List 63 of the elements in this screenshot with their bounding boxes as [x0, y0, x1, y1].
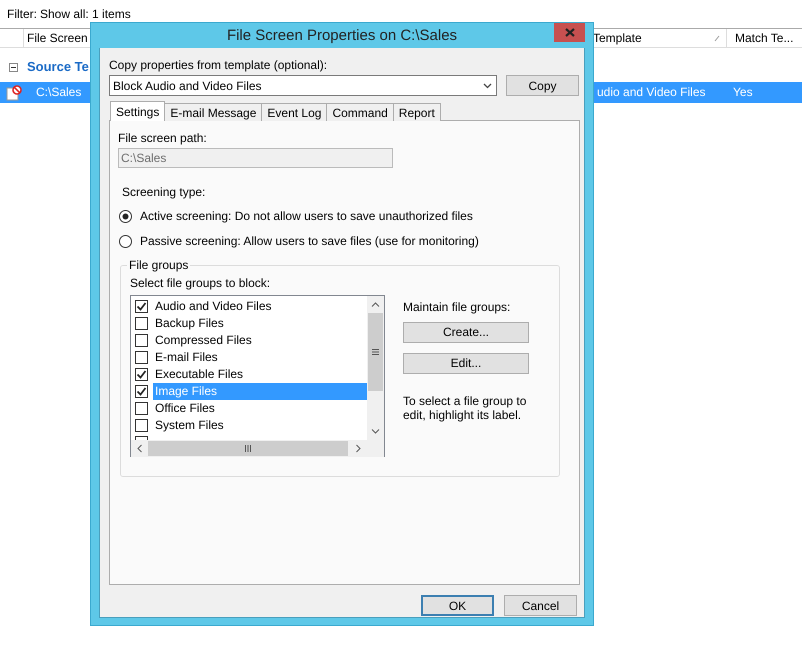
table-cell-text: C:\Sales [36, 85, 82, 100]
column-header[interactable]: Match Te... [727, 29, 802, 47]
list-item[interactable]: Audio and Video Files [153, 298, 367, 315]
caret-icon [483, 82, 492, 89]
column-header-label: Template [593, 30, 642, 46]
cancel-button[interactable]: Cancel [504, 595, 577, 616]
tab[interactable]: Event Log [261, 103, 328, 122]
checkbox[interactable] [135, 418, 148, 432]
grip-icon [245, 444, 251, 452]
grip-icon [372, 348, 379, 355]
close-icon [564, 28, 574, 37]
list-item[interactable]: System Files [153, 416, 367, 434]
blocked-file-icon [6, 84, 22, 100]
list-item[interactable]: Backup Files [153, 314, 367, 332]
checkbox[interactable] [135, 334, 148, 347]
radio-button[interactable] [119, 210, 132, 223]
scroll-right-icon[interactable] [356, 444, 361, 453]
table-cell-text: Yes [732, 85, 753, 100]
vertical-scrollbar[interactable] [367, 296, 384, 440]
close-button[interactable] [554, 23, 585, 42]
hint-text: To select a file group to edit, highlight its label. [403, 394, 528, 422]
column-header[interactable]: File Screen [24, 29, 90, 47]
checkbox[interactable] [135, 368, 148, 381]
tab[interactable]: Report [392, 103, 441, 122]
scroll-left-icon[interactable] [137, 444, 142, 453]
group-title: File groups [127, 258, 190, 273]
field-label: Copy properties from template (optional): [109, 58, 328, 72]
collapse-icon[interactable] [9, 62, 18, 72]
checkbox[interactable] [135, 402, 148, 415]
tab[interactable]: Command [326, 103, 394, 122]
group-label: Source Te [27, 59, 89, 75]
list-item[interactable]: Compressed Files [153, 332, 367, 349]
scroll-down-icon[interactable] [371, 428, 380, 434]
table-cell-text: udio and Video Files [596, 85, 707, 100]
radio-label[interactable]: Active screening: Do not allow users to save unauthorized files [140, 208, 473, 224]
sort-icon [714, 34, 720, 42]
field-label: Select file groups to block: [130, 276, 272, 291]
tab[interactable]: E-mail Message [164, 103, 262, 122]
copy-button[interactable]: Copy [506, 75, 579, 96]
button[interactable]: Edit... [403, 352, 529, 374]
ok-button[interactable]: OK [421, 595, 494, 616]
field-label: File screen path: [118, 131, 208, 146]
section-label: Screening type: [122, 184, 206, 200]
template-dropdown[interactable]: Block Audio and Video Files [109, 75, 497, 96]
radio-label[interactable]: Passive screening: Allow users to save files (use for monitoring) [140, 234, 479, 248]
tab[interactable]: Settings [110, 101, 166, 122]
checkbox[interactable] [135, 384, 148, 398]
scroll-up-icon[interactable] [371, 302, 380, 307]
checkbox[interactable] [135, 350, 148, 364]
horizontal-scrollbar[interactable] [131, 440, 367, 457]
list-item[interactable]: E-mail Files [153, 348, 367, 366]
filter-text: Show all: 1 items [40, 6, 131, 22]
checkbox[interactable] [135, 316, 148, 330]
field-label: Maintain file groups: [403, 300, 512, 315]
radio-button[interactable] [119, 234, 132, 248]
filter-link[interactable]: Filter: [7, 6, 37, 22]
file-group-list[interactable]: Audio and Video Files Backup Files Compressed Files E-mail Files Executable Files Image Files Office Files System Files [130, 294, 385, 457]
list-item[interactable]: Executable Files [153, 366, 367, 383]
checkbox[interactable] [135, 300, 148, 313]
list-item[interactable]: Office Files [153, 400, 367, 417]
path-field[interactable]: C:\Sales [118, 148, 393, 168]
window-title: File Screen Properties on C:\Sales [226, 26, 458, 44]
button[interactable]: Create... [403, 322, 529, 343]
